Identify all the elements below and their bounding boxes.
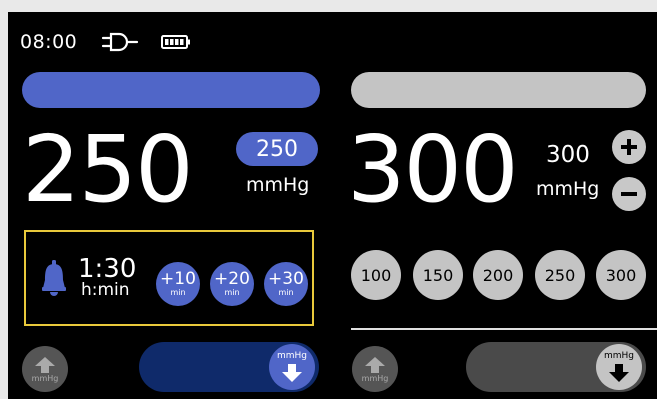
status-bar: 08:00 [20, 30, 191, 54]
left-deflate-knob[interactable]: mmHg [269, 344, 315, 390]
left-inflate-button[interactable]: mmHg [22, 346, 68, 392]
decrease-pressure-button[interactable] [612, 177, 646, 211]
arrow-down-icon [282, 363, 302, 382]
right-pressure-unit: mmHg [536, 178, 600, 200]
right-set-pressure: 300 [546, 142, 590, 168]
inflate-label: mmHg [31, 373, 59, 383]
left-channel-bar[interactable] [22, 72, 320, 108]
battery-icon [161, 35, 191, 49]
add-button-value: +30 [268, 269, 304, 289]
add-30-min-button[interactable]: +30 min [264, 262, 308, 306]
right-pressure-value: 300 [347, 116, 519, 223]
add-button-value: +10 [160, 269, 196, 289]
bell-icon [42, 260, 66, 296]
right-deflate-knob[interactable]: mmHg [596, 344, 642, 390]
left-pressure-unit: mmHg [246, 174, 310, 196]
deflate-label: mmHg [603, 350, 634, 361]
inflate-label: mmHg [361, 373, 389, 383]
arrow-up-icon [35, 356, 55, 373]
preset-100-button[interactable]: 100 [351, 250, 401, 300]
clock: 08:00 [20, 31, 78, 53]
preset-200-button[interactable]: 200 [473, 250, 523, 300]
divider [351, 328, 657, 330]
add-button-unit: min [170, 288, 186, 297]
preset-300-button[interactable]: 300 [596, 250, 646, 300]
preset-150-button[interactable]: 150 [413, 250, 463, 300]
left-set-pressure-button[interactable]: 250 [236, 132, 318, 166]
timer-value: 1:30 [78, 254, 137, 284]
deflate-label: mmHg [276, 350, 307, 361]
left-deflate-slider[interactable]: mmHg [139, 342, 319, 392]
plus-icon [621, 139, 637, 155]
arrow-up-icon [365, 356, 385, 373]
right-channel-bar[interactable] [351, 72, 646, 108]
increase-pressure-button[interactable] [612, 130, 646, 164]
add-button-unit: min [278, 288, 294, 297]
left-pressure-value: 250 [22, 116, 194, 223]
add-10-min-button[interactable]: +10 min [156, 262, 200, 306]
plug-icon [102, 32, 139, 52]
preset-250-button[interactable]: 250 [535, 250, 585, 300]
right-inflate-button[interactable]: mmHg [352, 346, 398, 392]
timer-unit: h:min [81, 280, 130, 300]
arrow-down-icon [609, 363, 629, 382]
add-button-value: +20 [214, 269, 250, 289]
add-button-unit: min [224, 288, 240, 297]
right-deflate-slider[interactable]: mmHg [466, 342, 646, 392]
device-screen: 08:00 250 250 mmHg 1:30 h:min +10 min +2… [8, 12, 657, 399]
add-20-min-button[interactable]: +20 min [210, 262, 254, 306]
timer-panel: 1:30 h:min +10 min +20 min +30 min [24, 230, 314, 326]
minus-icon [621, 192, 637, 196]
